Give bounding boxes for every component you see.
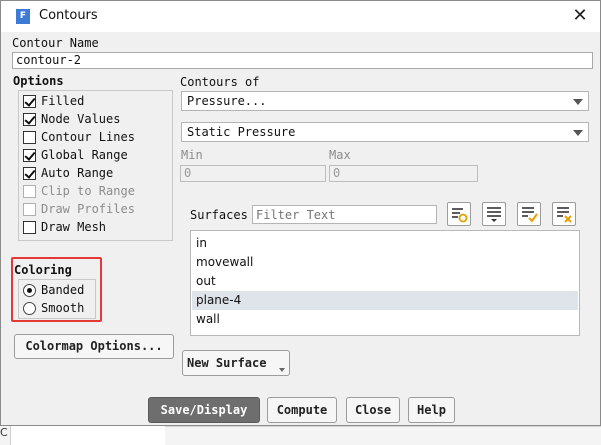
node-values-checkbox[interactable]: [23, 113, 36, 126]
list-item[interactable]: wall: [192, 310, 578, 329]
max-input: 0: [329, 165, 478, 182]
filter-icon[interactable]: [447, 202, 471, 226]
auto-range-label: Auto Range: [41, 166, 114, 180]
surfaces-filter-input[interactable]: [252, 205, 437, 224]
contour-lines-label: Contour Lines: [41, 130, 135, 144]
filled-label: Filled: [41, 94, 85, 108]
list-item[interactable]: in: [192, 234, 578, 253]
help-button[interactable]: Help: [408, 397, 455, 423]
clip-to-range-checkbox: [23, 185, 36, 198]
contours-dialog: F Contours ✕ Contour Name contour-2 Opti…: [0, 0, 601, 426]
clip-to-range-label: Clip to Range: [41, 184, 135, 198]
background-text: C: [0, 426, 8, 439]
max-label: Max: [329, 148, 351, 162]
surfaces-list[interactable]: in movewall out plane-4 wall: [190, 230, 580, 336]
min-label: Min: [181, 148, 203, 162]
chevron-down-icon: [279, 368, 285, 372]
close-button[interactable]: Close: [346, 397, 400, 423]
deselect-all-icon[interactable]: [552, 202, 576, 226]
contour-name-input[interactable]: contour-2: [12, 52, 593, 69]
compute-button[interactable]: Compute: [267, 397, 337, 423]
contours-category-value: Pressure...: [187, 94, 267, 108]
global-range-label: Global Range: [41, 148, 128, 162]
coloring-highlight-annotation: [11, 257, 102, 322]
list-item[interactable]: out: [192, 272, 578, 291]
list-item-selected[interactable]: plane-4: [192, 291, 578, 310]
contour-name-label: Contour Name: [12, 36, 99, 50]
draw-mesh-checkbox[interactable]: [23, 221, 36, 234]
save-display-button[interactable]: Save/Display: [148, 397, 260, 423]
contours-quantity-dropdown[interactable]: Static Pressure: [181, 122, 589, 142]
chevron-down-icon: [573, 99, 583, 105]
fluent-app-icon: F: [16, 9, 30, 24]
close-icon[interactable]: ✕: [567, 4, 593, 28]
background-window-strip: [165, 426, 601, 445]
filled-checkbox[interactable]: [23, 95, 36, 108]
surfaces-label: Surfaces: [190, 208, 248, 222]
draw-mesh-label: Draw Mesh: [41, 220, 107, 234]
contour-lines-checkbox[interactable]: [23, 131, 36, 144]
draw-profiles-checkbox: [23, 203, 36, 216]
draw-profiles-label: Draw Profiles: [41, 202, 135, 216]
colormap-options-button[interactable]: Colormap Options...: [14, 334, 174, 359]
options-heading: Options: [13, 74, 64, 88]
chevron-down-icon: [573, 130, 583, 136]
dialog-title: Contours: [39, 8, 98, 23]
contours-quantity-value: Static Pressure: [187, 125, 296, 139]
auto-range-checkbox[interactable]: [23, 167, 36, 180]
new-surface-label: New Surface: [187, 356, 267, 370]
list-item[interactable]: movewall: [192, 253, 578, 272]
new-surface-button[interactable]: New Surface: [182, 350, 290, 376]
node-values-label: Node Values: [41, 112, 121, 126]
contours-of-label: Contours of: [180, 75, 260, 89]
title-bar[interactable]: F Contours ✕: [1, 1, 600, 32]
list-options-icon[interactable]: [482, 202, 506, 226]
select-all-icon[interactable]: [517, 202, 541, 226]
contours-category-dropdown[interactable]: Pressure...: [181, 91, 589, 111]
min-input: 0: [180, 165, 326, 182]
global-range-checkbox[interactable]: [23, 149, 36, 162]
